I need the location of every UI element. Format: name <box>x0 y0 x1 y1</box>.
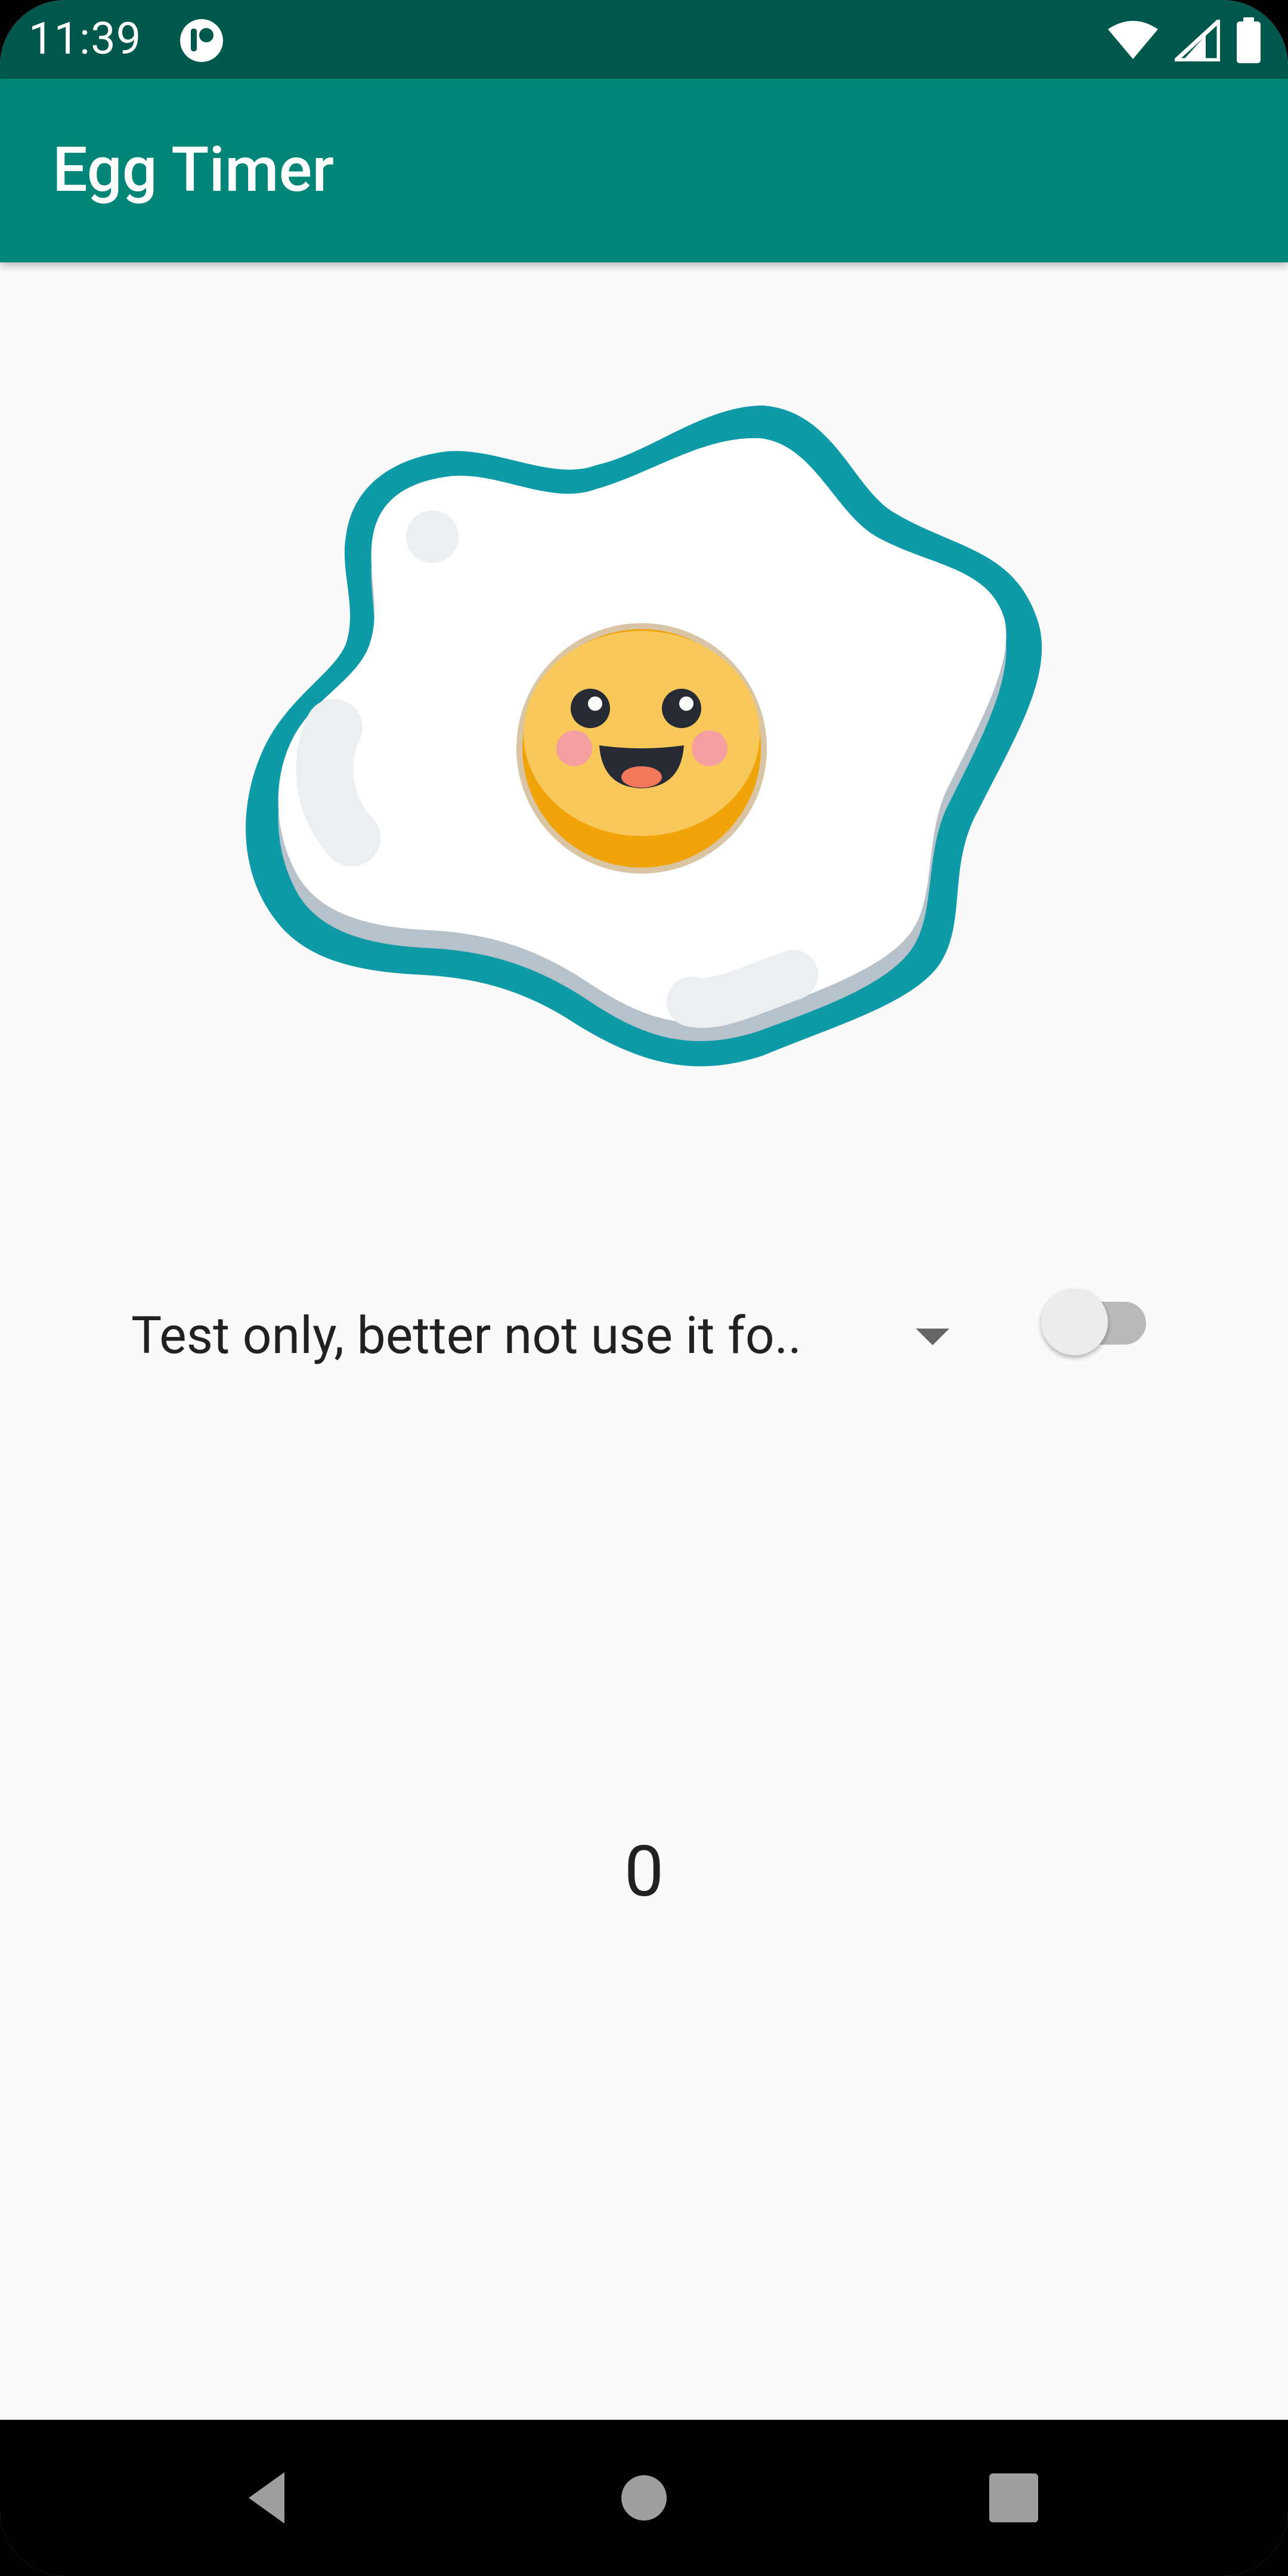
battery-icon <box>1237 17 1261 63</box>
recents-icon <box>989 2473 1038 2522</box>
status-time: 11:39 <box>29 13 142 65</box>
app-title: Egg Timer <box>52 134 335 206</box>
home-icon <box>621 2475 667 2521</box>
navigation-bar <box>0 2420 1288 2576</box>
app-notification-icon <box>180 19 223 62</box>
egg-highlight-dot <box>406 510 459 563</box>
nav-home-button[interactable] <box>572 2420 716 2576</box>
egg-highlight-left <box>296 699 380 866</box>
dropdown-arrow-icon <box>916 1329 949 1345</box>
main-content: Test only, better not use it fo.. 0 <box>0 262 1288 2420</box>
yolk-face <box>516 623 767 874</box>
timer-switch[interactable] <box>1040 1279 1153 1357</box>
app-screen: 11:39 Egg Timer Test only, better not us… <box>0 0 1288 2576</box>
app-bar: Egg Timer <box>0 79 1288 262</box>
fried-egg-illustration <box>246 405 1042 1067</box>
status-icons <box>1107 17 1262 63</box>
egg-highlight-bottom <box>667 950 818 1028</box>
cellular-signal-icon <box>1175 20 1220 61</box>
nav-recents-button[interactable] <box>942 2420 1085 2576</box>
spinner-selected-text: Test only, better not use it fo.. <box>131 1305 802 1366</box>
back-icon <box>249 2472 284 2524</box>
switch-thumb <box>1041 1289 1108 1355</box>
timer-value: 0 <box>624 1831 664 1913</box>
egg-time-spinner[interactable]: Test only, better not use it fo.. <box>125 1276 972 1395</box>
wifi-icon <box>1108 21 1158 59</box>
nav-back-button[interactable] <box>197 2420 340 2576</box>
status-bar: 11:39 <box>0 0 1288 79</box>
